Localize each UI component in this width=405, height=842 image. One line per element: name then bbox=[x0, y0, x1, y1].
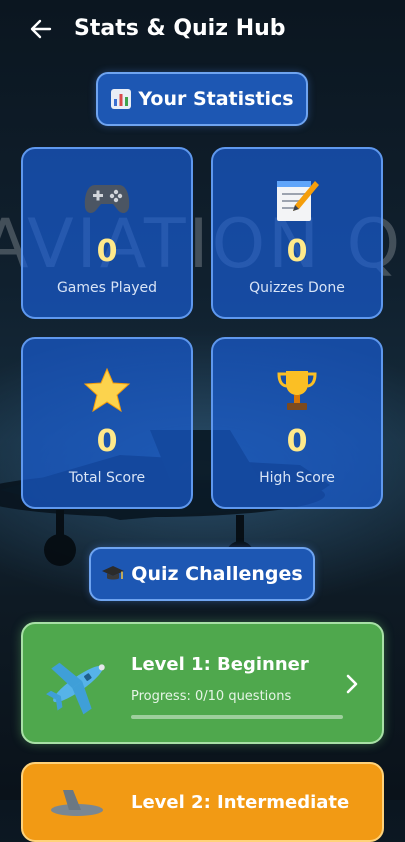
quizzes-done-label: Quizzes Done bbox=[249, 280, 345, 296]
quiz-challenges-header: Quiz Challenges bbox=[89, 547, 315, 601]
games-played-value: 0 bbox=[96, 234, 118, 269]
back-button[interactable] bbox=[26, 14, 56, 44]
notepad-icon bbox=[277, 181, 319, 221]
level-card-intermediate[interactable]: Level 2: Intermediate bbox=[21, 762, 384, 842]
stat-card-games-played: 0 Games Played bbox=[21, 147, 193, 319]
chevron-right-icon bbox=[346, 674, 358, 694]
page-title: Stats & Quiz Hub bbox=[74, 16, 286, 41]
level-1-title: Level 1: Beginner bbox=[131, 654, 309, 675]
stat-card-quizzes-done: 0 Quizzes Done bbox=[211, 147, 383, 319]
total-score-value: 0 bbox=[96, 424, 118, 459]
stat-card-high-score: 0 High Score bbox=[211, 337, 383, 509]
statistics-header-label: Your Statistics bbox=[138, 88, 294, 110]
game-controller-icon bbox=[84, 185, 130, 213]
airplane-icon bbox=[51, 790, 103, 816]
star-icon bbox=[83, 367, 131, 413]
high-score-label: High Score bbox=[259, 470, 335, 486]
app-bar: Stats & Quiz Hub bbox=[0, 0, 405, 58]
level-1-progress-text: Progress: 0/10 questions bbox=[131, 689, 292, 704]
trophy-icon bbox=[277, 371, 317, 410]
level-card-beginner[interactable]: Level 1: Beginner Progress: 0/10 questio… bbox=[21, 622, 384, 744]
level-1-progress-bar bbox=[131, 715, 343, 719]
airplane-icon bbox=[46, 662, 105, 715]
high-score-value: 0 bbox=[286, 424, 308, 459]
stat-card-total-score: 0 Total Score bbox=[21, 337, 193, 509]
bar-chart-icon bbox=[111, 89, 132, 109]
quiz-challenges-header-label: Quiz Challenges bbox=[131, 563, 303, 585]
quizzes-done-value: 0 bbox=[286, 234, 308, 269]
games-played-label: Games Played bbox=[56, 280, 158, 296]
graduation-cap-icon bbox=[102, 566, 125, 580]
back-arrow-icon bbox=[30, 19, 52, 39]
statistics-header: Your Statistics bbox=[96, 72, 308, 126]
total-score-label: Total Score bbox=[68, 470, 146, 486]
level-2-title: Level 2: Intermediate bbox=[131, 792, 350, 813]
